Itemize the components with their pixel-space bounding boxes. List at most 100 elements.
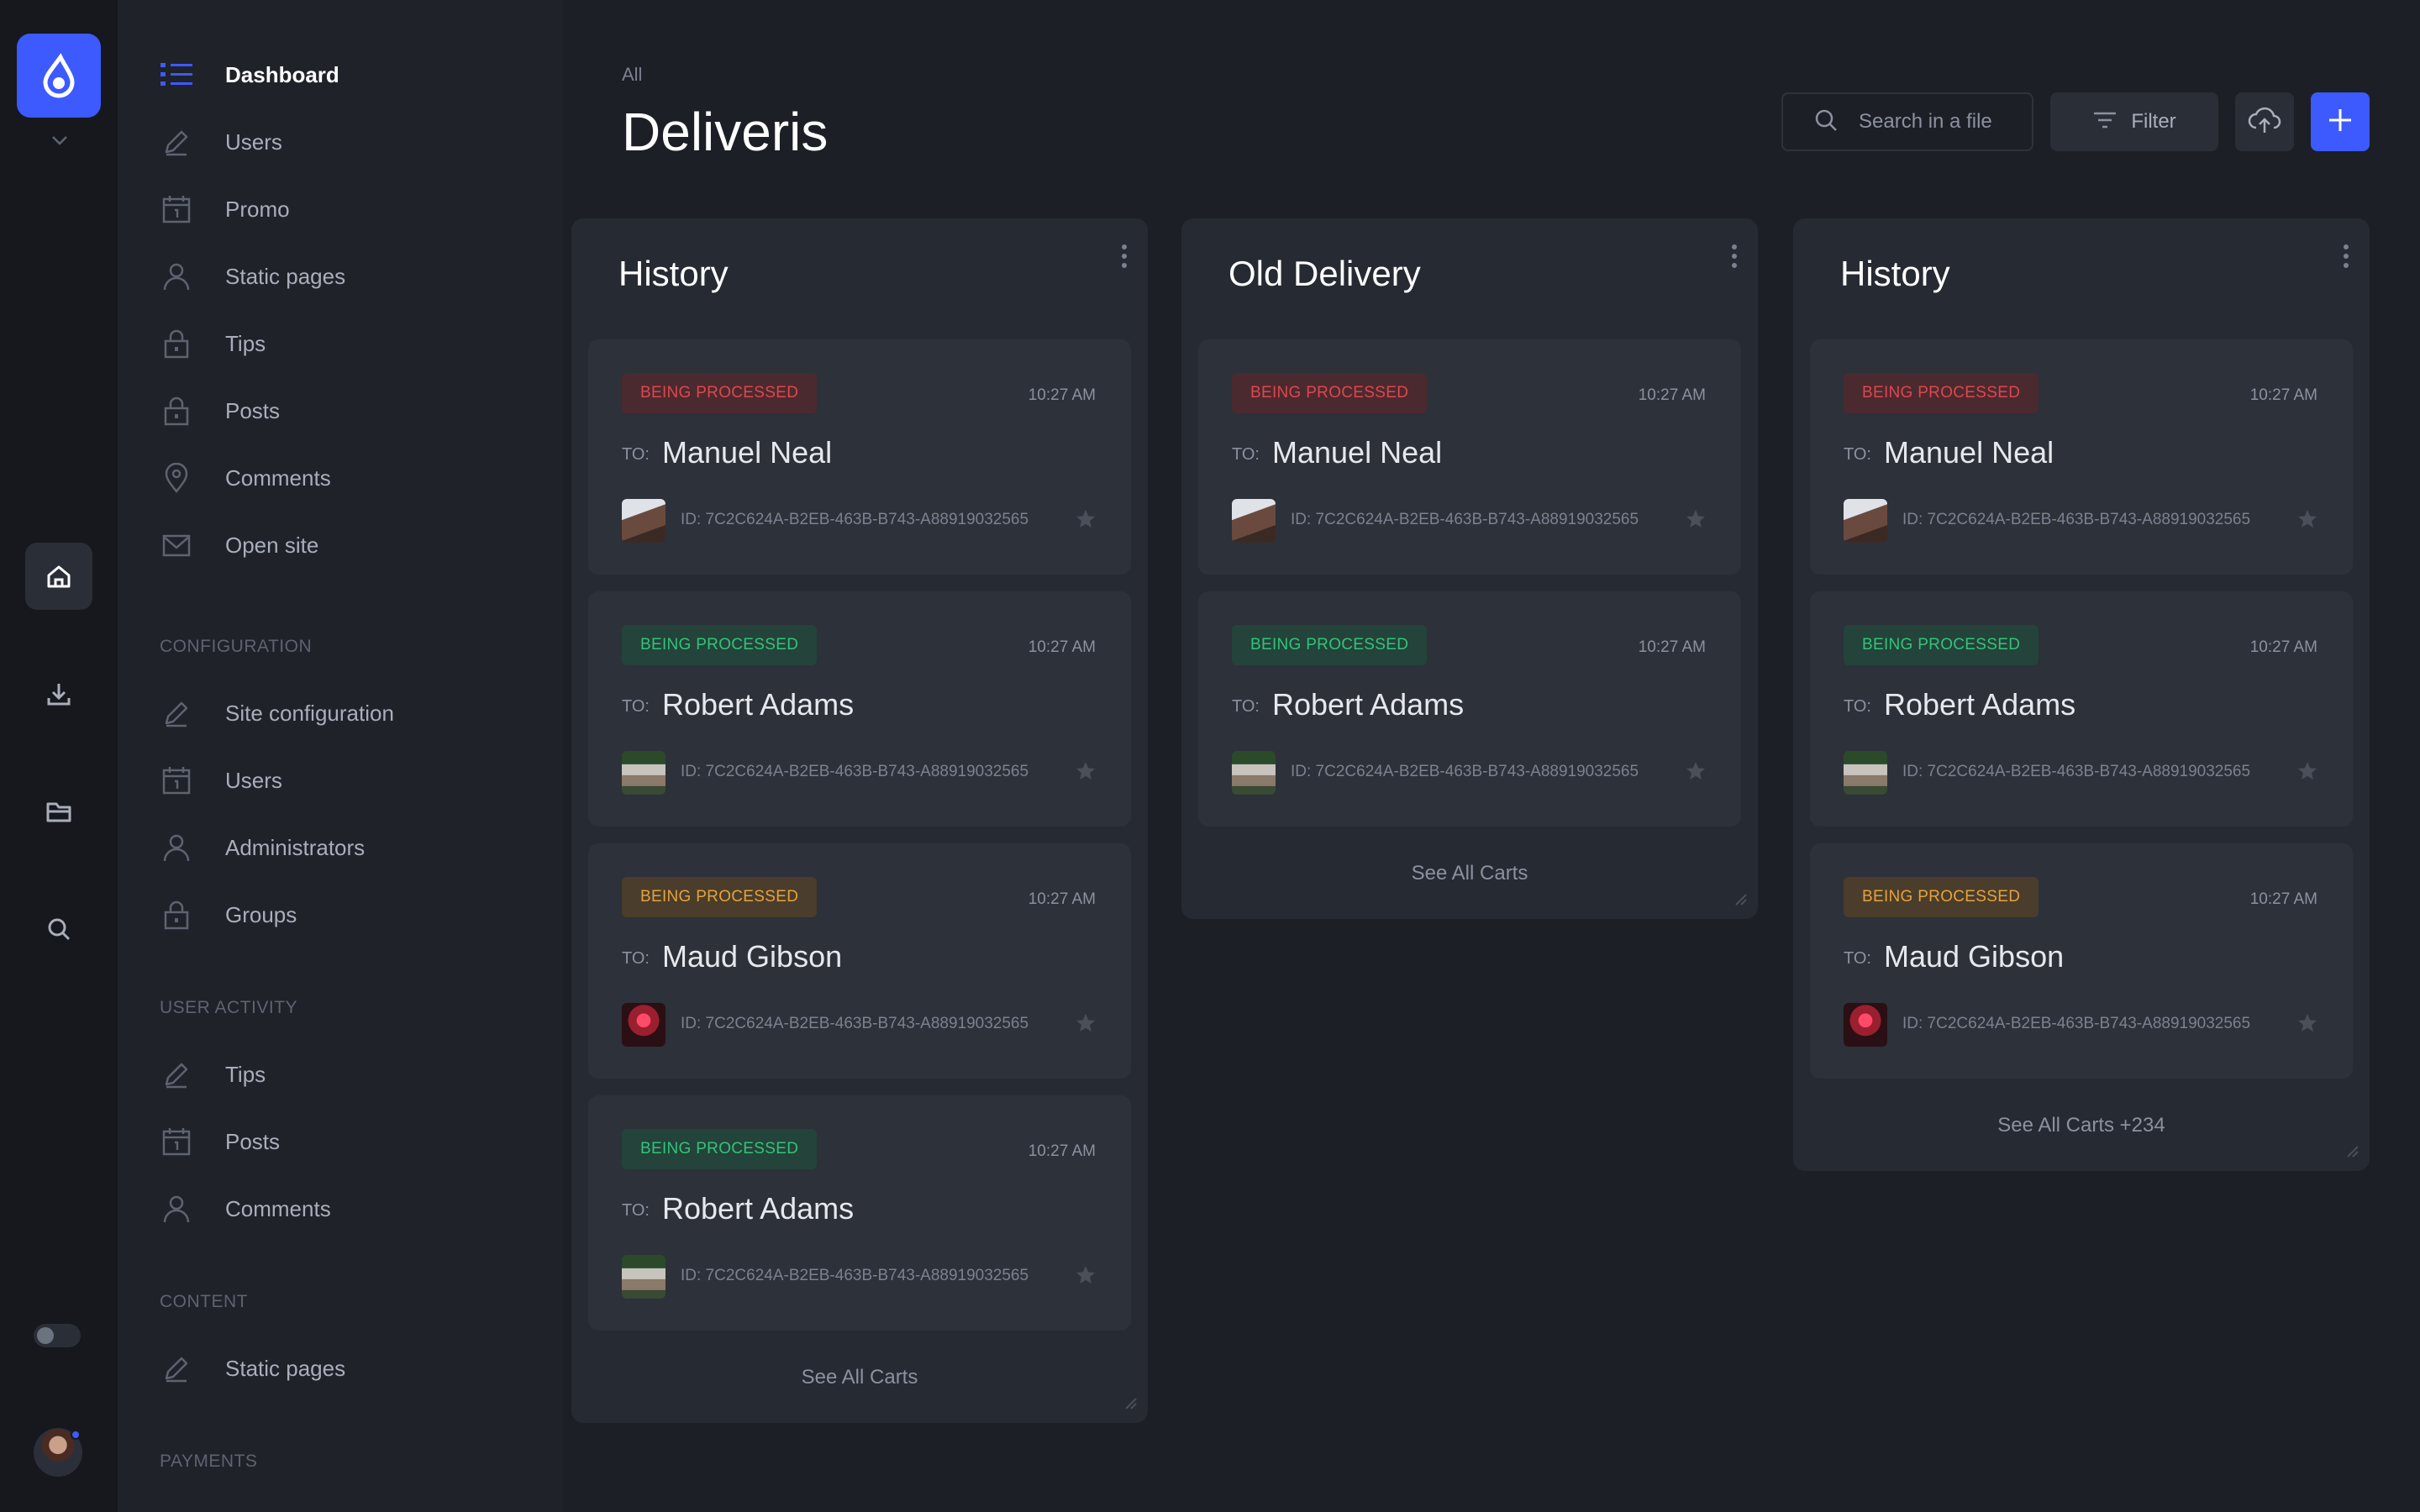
section-title: PAYMENTS [160,1452,258,1471]
sidebar-item-label: Tips [225,1061,266,1087]
star-icon[interactable] [1684,507,1707,535]
status-badge: BEING PROCESSED [622,625,818,665]
card-time: 10:27 AM [2249,638,2317,656]
user-icon [160,260,193,293]
see-all-carts-link[interactable]: See All Carts [571,1366,1148,1389]
sidebar-item-posts[interactable]: Posts [160,386,529,436]
recipient-name: Robert Adams [1272,687,1465,722]
more-vertical-icon[interactable] [1119,242,1129,275]
card-time: 10:27 AM [1028,638,1096,656]
sidebar-item-users[interactable]: Users [160,755,529,806]
recipient-prefix: TO: [1232,445,1260,464]
sidebar-item-label: Promo [225,196,290,222]
recipient-prefix: TO: [622,697,650,716]
folder-icon[interactable] [25,778,92,845]
page-title: Deliveris [622,102,829,162]
status-badge: BEING PROCESSED [1232,373,1428,413]
theme-toggle[interactable] [34,1324,81,1347]
filter-button[interactable]: Filter [2050,92,2218,151]
star-icon[interactable] [1074,507,1097,535]
pencil-icon [160,125,193,159]
avatar[interactable] [34,1428,82,1477]
product-thumbnail [622,1255,666,1299]
sidebar-item-site-configuration[interactable]: Site configuration [160,688,529,738]
delivery-card[interactable]: BEING PROCESSED 10:27 AM TO: Manuel Neal ID:… [1810,339,2353,575]
recipient-prefix: TO: [622,1201,650,1220]
sidebar-item-static-pages[interactable]: Static pages [160,1343,529,1394]
delivery-card[interactable]: BEING PROCESSED 10:27 AM TO: Manuel Neal ID:… [1198,339,1741,575]
calendar-icon [160,192,193,226]
recipient-prefix: TO: [1844,445,1871,464]
sidebar-item-administrators[interactable]: Administrators [160,822,529,873]
upload-button[interactable] [2235,92,2294,151]
sidebar-item-label: Posts [225,397,281,423]
droplet-icon[interactable] [17,34,101,118]
sidebar-item-label: Dashboard [225,61,339,87]
star-icon[interactable] [1074,1011,1097,1039]
online-indicator [71,1430,81,1440]
section-title: CONFIGURATION [160,637,313,656]
delivery-card[interactable]: BEING PROCESSED 10:27 AM TO: Manuel Neal ID:… [588,339,1131,575]
list-icon [160,58,193,92]
delivery-card[interactable]: BEING PROCESSED 10:27 AM TO: Robert Adams ID… [588,1095,1131,1331]
cart-id: ID: 7C2C624A-B2EB-463B-B743-A88919032565 [1902,763,2251,780]
sidebar-nav: Dashboard Users Promo Static pages Tips Posts… [118,0,563,1512]
sidebar-item-dashboard[interactable]: Dashboard [160,50,529,100]
star-icon[interactable] [1074,759,1097,787]
sidebar-item-users[interactable]: Users [160,117,529,167]
recipient-prefix: TO: [1844,949,1871,968]
sidebar-item-groups[interactable]: Groups [160,890,529,940]
see-all-carts-link[interactable]: See All Carts [1181,862,1758,885]
cart-id: ID: 7C2C624A-B2EB-463B-B743-A88919032565 [1291,763,1639,780]
column-title: History [618,254,729,293]
download-icon[interactable] [25,660,92,727]
delivery-card[interactable]: BEING PROCESSED 10:27 AM TO: Maud Gibson ID:… [1810,843,2353,1079]
resize-grip-icon[interactable] [1123,1395,1138,1415]
sidebar-item-label: Users [225,129,282,155]
home-icon[interactable] [25,543,92,610]
star-icon[interactable] [2296,507,2319,535]
delivery-card[interactable]: BEING PROCESSED 10:27 AM TO: Maud Gibson ID:… [588,843,1131,1079]
delivery-card[interactable]: BEING PROCESSED 10:27 AM TO: Robert Adams ID… [588,591,1131,827]
sidebar-item-comments[interactable]: Comments [160,453,529,503]
sidebar-item-comments[interactable]: Comments [160,1184,529,1234]
see-all-carts-link[interactable]: See All Carts +234 [1793,1114,2370,1137]
sidebar-item-label: Open site [225,532,319,558]
resize-grip-icon[interactable] [2344,1143,2360,1163]
breadcrumb[interactable]: All [622,64,642,86]
search-input[interactable]: Search in a file [1781,92,2033,151]
more-vertical-icon[interactable] [2341,242,2351,275]
product-thumbnail [1844,499,1887,543]
add-button[interactable] [2311,92,2370,151]
sidebar-item-static-pages[interactable]: Static pages [160,251,529,302]
resize-grip-icon[interactable] [1733,891,1748,911]
recipient-prefix: TO: [622,949,650,968]
sidebar-item-label: Administrators [225,834,366,860]
chevron-down-icon[interactable] [50,134,69,150]
section-title: CONTENT [160,1292,248,1311]
sidebar-item-promo[interactable]: Promo [160,184,529,234]
recipient-name: Maud Gibson [662,939,843,974]
sidebar-item-label: Users [225,767,282,793]
status-badge: BEING PROCESSED [622,373,818,413]
sidebar-item-label: Comments [225,465,331,491]
column-title: History [1840,254,1950,293]
star-icon[interactable] [2296,759,2319,787]
search-icon[interactable] [25,895,92,963]
star-icon[interactable] [1074,1263,1097,1291]
product-thumbnail [622,751,666,795]
sidebar-item-label: Groups [225,901,297,927]
star-icon[interactable] [2296,1011,2319,1039]
more-vertical-icon[interactable] [1729,242,1739,275]
sidebar-item-open-site[interactable]: Open site [160,520,529,570]
sidebar-item-posts[interactable]: Posts [160,1116,529,1167]
delivery-card[interactable]: BEING PROCESSED 10:27 AM TO: Robert Adams ID… [1198,591,1741,827]
recipient-name: Manuel Neal [1884,435,2054,470]
sidebar-item-tips[interactable]: Tips [160,1049,529,1100]
card-time: 10:27 AM [1028,890,1096,908]
delivery-card[interactable]: BEING PROCESSED 10:27 AM TO: Robert Adams ID… [1810,591,2353,827]
star-icon[interactable] [1684,759,1707,787]
sidebar-item-label: Comments [225,1195,331,1221]
status-badge: BEING PROCESSED [1844,625,2039,665]
sidebar-item-tips[interactable]: Tips [160,318,529,369]
